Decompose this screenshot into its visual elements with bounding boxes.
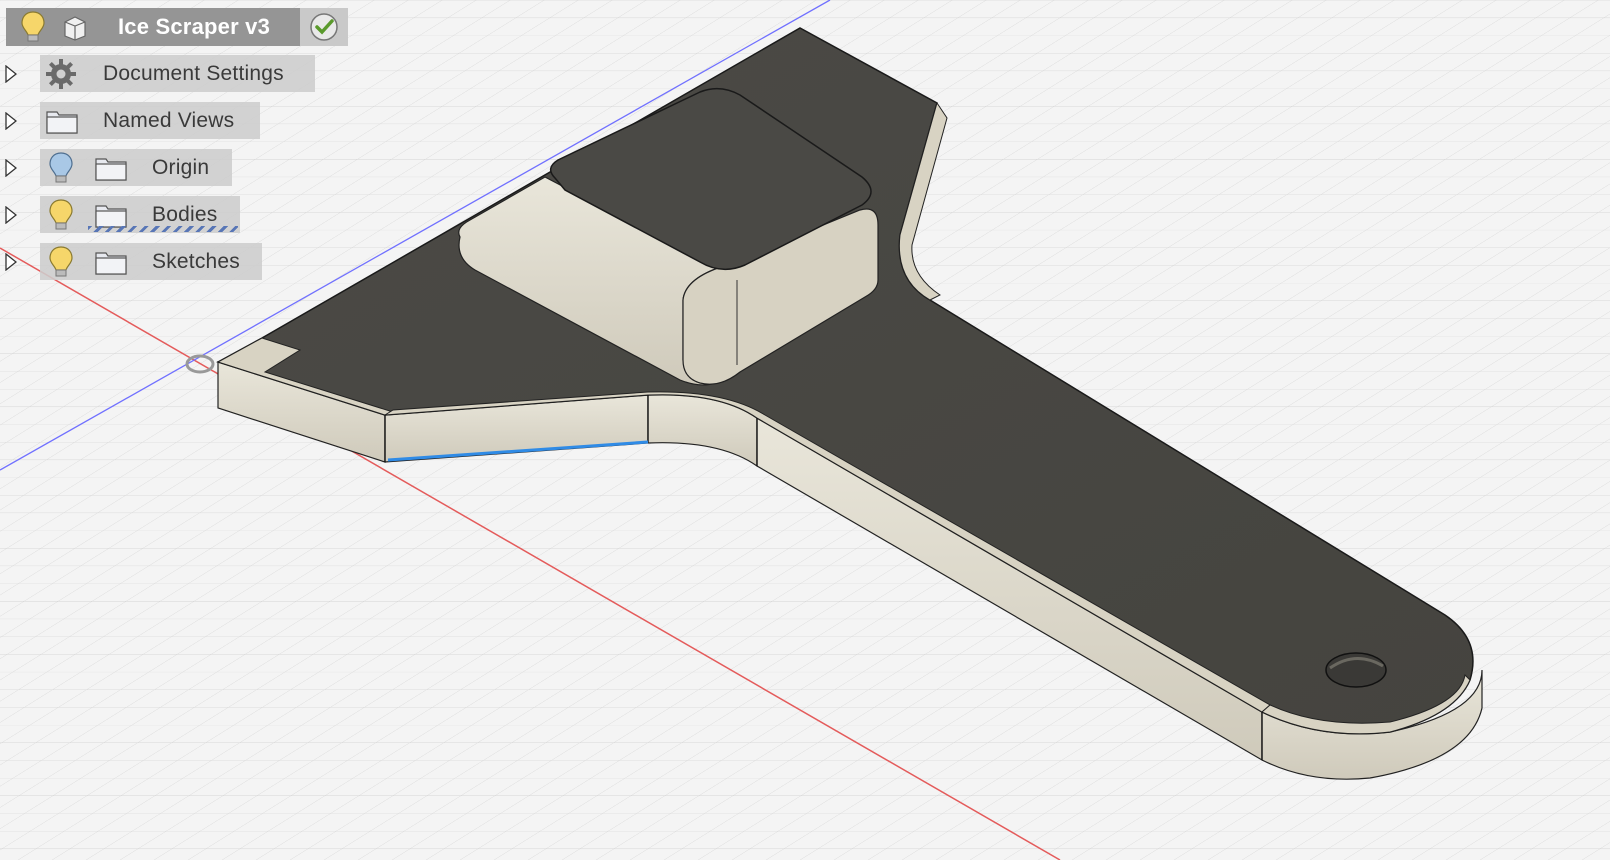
lightbulb-icon[interactable] — [48, 198, 74, 232]
browser-root-row[interactable]: Ice Scraper v3 — [6, 8, 300, 46]
folder-icon — [45, 107, 79, 135]
gear-icon — [45, 58, 77, 90]
expand-named-views-icon[interactable] — [5, 112, 17, 130]
folder-icon — [94, 154, 128, 182]
lightbulb-icon[interactable] — [48, 245, 74, 279]
browser-item-label: Document Settings — [103, 61, 284, 85]
lightbulb-off-icon[interactable] — [48, 151, 74, 185]
selection-indicator — [88, 226, 238, 232]
expand-bodies-icon[interactable] — [5, 206, 17, 224]
expand-origin-icon[interactable] — [5, 159, 17, 177]
browser-item-sketches[interactable]: Sketches — [40, 243, 262, 280]
browser-item-label: Named Views — [103, 108, 235, 132]
browser-item-label: Origin — [152, 155, 210, 179]
folder-icon — [94, 201, 128, 229]
browser-item-named-views[interactable]: Named Views — [40, 102, 260, 139]
browser-item-document-settings[interactable]: Document Settings — [40, 55, 315, 92]
browser-item-label: Bodies — [152, 202, 218, 226]
activate-component-button[interactable] — [300, 8, 348, 46]
active-check-icon — [308, 11, 340, 43]
component-box-icon — [60, 12, 90, 42]
expand-document-settings-icon[interactable] — [5, 65, 17, 83]
lightbulb-icon[interactable] — [20, 10, 46, 44]
folder-icon — [94, 248, 128, 276]
component-name: Ice Scraper v3 — [118, 14, 271, 39]
browser-item-label: Sketches — [152, 249, 240, 273]
browser-item-origin[interactable]: Origin — [40, 149, 232, 186]
expand-sketches-icon[interactable] — [5, 253, 17, 271]
